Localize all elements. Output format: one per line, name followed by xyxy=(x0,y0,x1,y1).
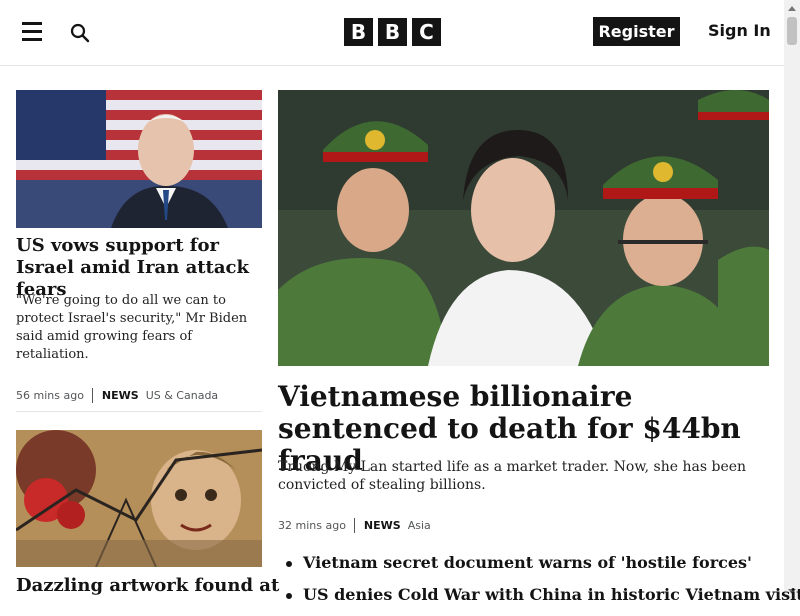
story-image[interactable] xyxy=(16,430,262,567)
scrollbar-thumb[interactable] xyxy=(787,17,797,45)
related-link[interactable]: Vietnam secret document warns of 'hostil… xyxy=(282,552,800,574)
story-headline[interactable]: Dazzling artwork found at xyxy=(16,575,279,597)
story-time: 56 mins ago xyxy=(16,389,84,402)
story-section[interactable]: NEWS xyxy=(93,389,146,402)
register-button[interactable]: Register xyxy=(593,17,680,46)
scroll-up-icon[interactable] xyxy=(788,6,796,11)
scrollbar[interactable] xyxy=(784,0,800,600)
logo-letter: B xyxy=(378,18,407,46)
story-region[interactable]: Asia xyxy=(408,519,431,532)
site-header: B B C Register Sign In xyxy=(0,0,784,66)
story-section[interactable]: NEWS xyxy=(355,519,408,532)
story-divider xyxy=(16,411,262,412)
related-links: Vietnam secret document warns of 'hostil… xyxy=(282,552,800,616)
menu-icon[interactable] xyxy=(22,22,42,42)
logo-letter: B xyxy=(344,18,373,46)
logo-letter: C xyxy=(412,18,441,46)
related-link[interactable]: US denies Cold War with China in histori… xyxy=(282,584,800,606)
story-image[interactable] xyxy=(16,90,262,228)
main-story-meta: 32 mins ago NEWS Asia xyxy=(278,518,431,533)
bbc-logo[interactable]: B B C xyxy=(344,18,441,46)
story-time: 32 mins ago xyxy=(278,519,346,532)
story-summary: "We're going to do all we can to protect… xyxy=(16,293,248,362)
story-region[interactable]: US & Canada xyxy=(146,389,218,402)
main-story-summary: Truong My Lan started life as a market t… xyxy=(278,459,747,493)
main-story-image[interactable] xyxy=(278,90,769,366)
search-icon[interactable] xyxy=(70,23,90,43)
story-meta: 56 mins ago NEWS US & Canada xyxy=(16,388,218,403)
sign-in-link[interactable]: Sign In xyxy=(708,21,771,40)
